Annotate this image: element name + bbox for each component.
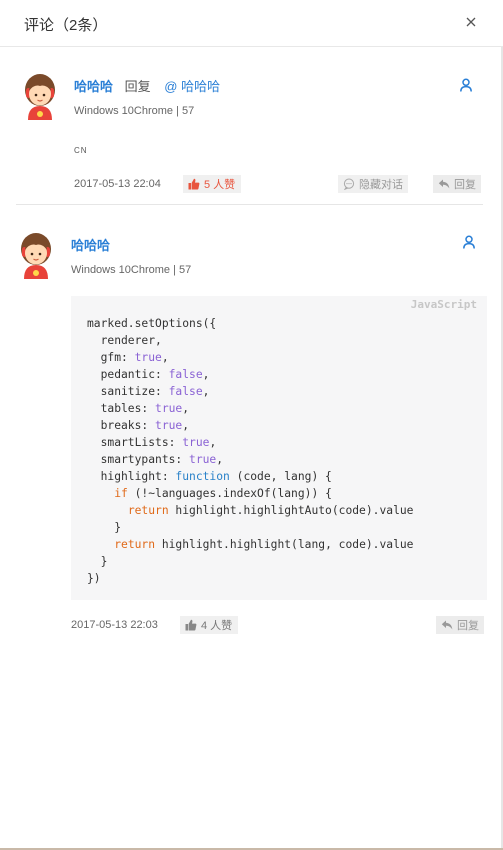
reply-label: 回复: [457, 620, 479, 632]
code-token: ,: [182, 402, 190, 415]
code-token: ,: [202, 385, 210, 398]
code-token: (code, lang) {: [229, 470, 332, 483]
reply-word: 回复: [124, 79, 151, 94]
code-line: if (!~languages.indexOf(lang)) {: [87, 485, 413, 502]
like-button[interactable]: 5 人赞: [183, 175, 242, 193]
code-line: breaks: true,: [87, 417, 413, 434]
comment-author-line: 哈哈哈 回复 @ 哈哈哈: [74, 76, 220, 95]
code-token: false: [168, 368, 203, 381]
comment-content: CN: [74, 146, 88, 155]
code-line: }: [87, 553, 413, 570]
code-token: highlight.highlight(lang, code).value: [155, 538, 414, 551]
code-token: ,: [209, 436, 217, 449]
code-token: }: [87, 521, 122, 534]
user-icon[interactable]: [462, 235, 476, 249]
code-token: true: [189, 453, 217, 466]
code-token: smartypants:: [87, 453, 190, 466]
code-line: sanitize: false,: [87, 383, 413, 400]
code-token: highlight:: [87, 470, 176, 483]
close-icon[interactable]: [461, 12, 481, 32]
code-line: highlight: function (code, lang) {: [87, 468, 413, 485]
avatar: [25, 74, 55, 120]
code-token: ,: [202, 368, 210, 381]
dialog-title: 评论（2条）: [24, 17, 108, 34]
code-token: highlight.highlightAuto(code).value: [168, 504, 414, 517]
code-token: true: [155, 419, 183, 432]
code-token: ,: [161, 351, 169, 364]
comment-timestamp: 2017-05-13 22:04: [74, 178, 161, 190]
code-token: ,: [216, 453, 224, 466]
code-line: tables: true,: [87, 400, 413, 417]
code-line: }): [87, 570, 413, 587]
code-block: JavaScript marked.setOptions({ renderer,…: [71, 296, 487, 600]
speech-bubble-icon: [343, 178, 355, 190]
code-line: marked.setOptions({: [87, 315, 413, 332]
code-token: (!~languages.indexOf(lang)) {: [127, 487, 332, 500]
code-content: marked.setOptions({ renderer, gfm: true,…: [87, 315, 413, 587]
code-token: true: [155, 402, 183, 415]
code-token: marked.setOptions({: [87, 317, 217, 330]
code-line: renderer,: [87, 332, 413, 349]
code-token: false: [168, 385, 203, 398]
hide-conversation-button[interactable]: 隐藏对话: [338, 175, 408, 193]
like-button[interactable]: 4 人赞: [180, 616, 239, 634]
thumbs-up-icon: [185, 619, 197, 631]
code-token: ,: [182, 419, 190, 432]
thumbs-up-icon: [188, 178, 200, 190]
reply-target-user[interactable]: @ 哈哈哈: [164, 79, 220, 94]
reply-label: 回复: [454, 179, 476, 191]
code-token: true: [134, 351, 162, 364]
reply-arrow-icon: [438, 179, 450, 189]
reply-arrow-icon: [441, 620, 453, 630]
code-token: gfm:: [87, 351, 135, 364]
like-count: 4 人赞: [201, 620, 233, 632]
code-language-label: JavaScript: [410, 298, 477, 311]
code-token: sanitize:: [87, 385, 169, 398]
code-token: pedantic:: [87, 368, 169, 381]
comment-username[interactable]: 哈哈哈: [74, 79, 113, 94]
comment-author-line: 哈哈哈: [71, 235, 110, 254]
hide-conversation-label: 隐藏对话: [359, 179, 403, 191]
code-line: smartLists: true,: [87, 434, 413, 451]
code-token: breaks:: [87, 419, 156, 432]
device-info: Windows 10Chrome | 57: [71, 264, 192, 276]
code-token: }: [87, 555, 108, 568]
dialog-header: 评论（2条）: [0, 0, 503, 47]
reply-button[interactable]: 回复: [436, 616, 484, 634]
avatar: [21, 233, 51, 279]
code-token: return: [127, 504, 169, 517]
code-line: }: [87, 519, 413, 536]
code-token: return: [114, 538, 156, 551]
device-info: Windows 10Chrome | 57: [74, 105, 195, 117]
code-line: smartypants: true,: [87, 451, 413, 468]
comment-item: 哈哈哈 Windows 10Chrome | 57 JavaScript mar…: [0, 205, 503, 645]
code-token: renderer,: [87, 334, 162, 347]
code-line: pedantic: false,: [87, 366, 413, 383]
like-count: 5 人赞: [204, 179, 236, 191]
code-token: tables:: [87, 402, 156, 415]
code-line: return highlight.highlightAuto(code).val…: [87, 502, 414, 519]
code-token: }): [87, 572, 101, 585]
code-line: return highlight.highlight(lang, code).v…: [87, 536, 413, 553]
code-token: smartLists:: [87, 436, 183, 449]
reply-button[interactable]: 回复: [433, 175, 481, 193]
code-token: function: [175, 470, 230, 483]
comment-item: 哈哈哈 回复 @ 哈哈哈 Windows 10Chrome | 57 CN 20…: [0, 47, 503, 205]
comment-timestamp: 2017-05-13 22:03: [71, 619, 158, 631]
code-token: if: [114, 487, 128, 500]
code-token: true: [182, 436, 210, 449]
comment-username[interactable]: 哈哈哈: [71, 238, 110, 253]
user-icon[interactable]: [459, 78, 473, 92]
code-line: gfm: true,: [87, 349, 413, 366]
